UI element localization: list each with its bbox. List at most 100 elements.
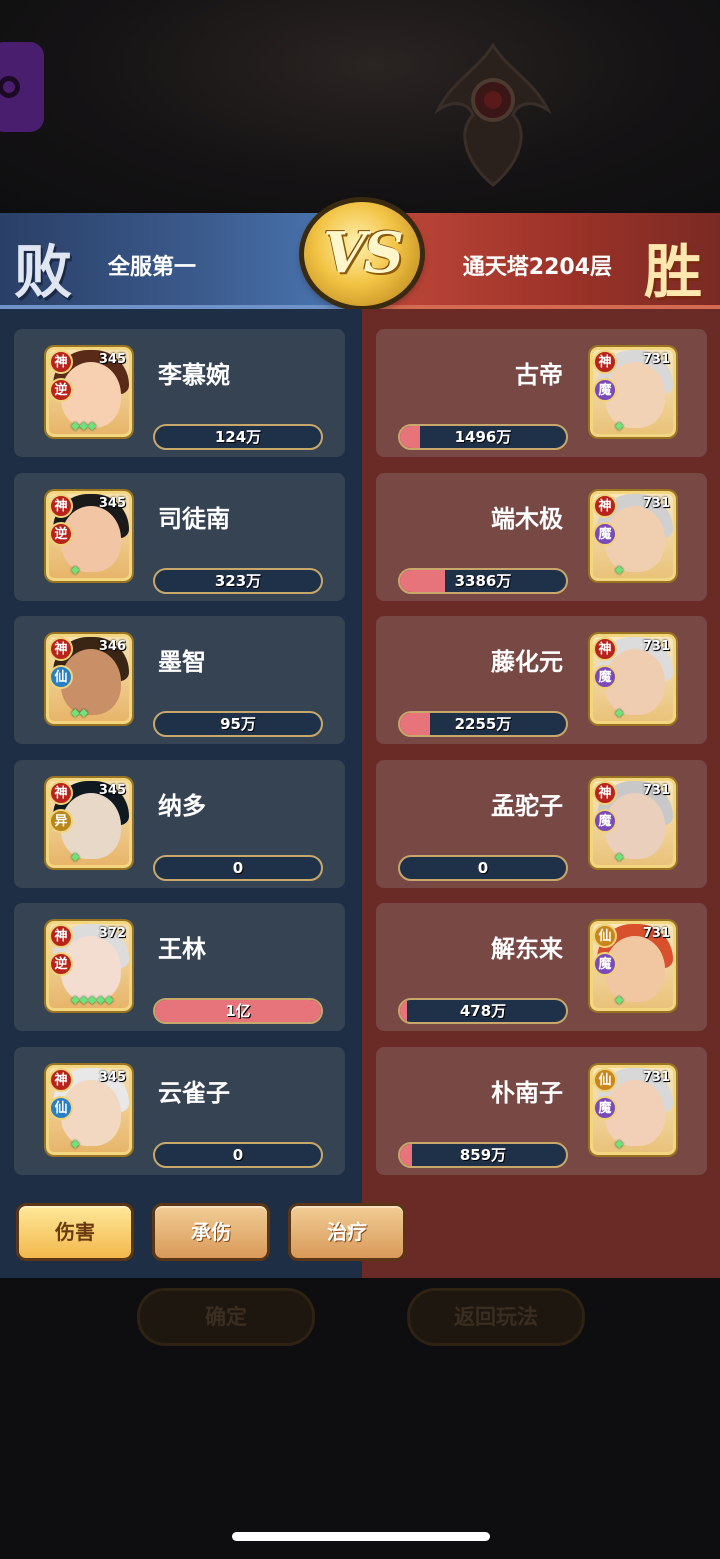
hero-card[interactable]: 372 神逆 ◆◆◆◆◆ 王林 1亿 (14, 903, 345, 1031)
tab-damage[interactable]: 伤害 (16, 1203, 134, 1261)
side-menu-button[interactable] (0, 42, 44, 132)
damage-value: 1亿 (225, 1002, 251, 1020)
damage-value: 0 (232, 1146, 244, 1164)
hero-faction-badge: 逆 (49, 378, 73, 402)
hero-name: 李慕婉 (158, 361, 230, 389)
damage-value: 0 (477, 859, 489, 877)
damage-bar: 3386万 (398, 568, 568, 594)
hero-star-pips: ◆ (615, 1137, 624, 1150)
hero-faction-badge: 魔 (593, 665, 617, 689)
left-team-name: 全服第一 (108, 255, 197, 280)
hero-rank-badge: 仙 (593, 924, 617, 948)
hero-rank-badge: 神 (49, 637, 73, 661)
hero-avatar[interactable]: 731 神魔 ◆ (590, 491, 676, 581)
hero-faction-badge: 魔 (593, 378, 617, 402)
hero-level: 372 (98, 926, 126, 941)
hero-card[interactable]: 346 神仙 ◆◆ 墨智 95万 (14, 616, 345, 744)
hero-star-pips: ◆ (615, 850, 624, 863)
hero-avatar[interactable]: 731 神魔 ◆ (590, 778, 676, 868)
hero-name: 端木极 (491, 505, 563, 533)
damage-value: 859万 (459, 1146, 507, 1164)
hero-faction-badge: 逆 (49, 522, 73, 546)
hero-faction-badge: 魔 (593, 1096, 617, 1120)
hero-rank-badge: 神 (49, 781, 73, 805)
hero-avatar[interactable]: 731 神魔 ◆ (590, 634, 676, 724)
defeat-label: 败 (14, 238, 73, 306)
damage-bar: 1亿 (153, 998, 323, 1024)
hero-card[interactable]: 731 神魔 ◆ 孟驼子 0 (376, 760, 707, 888)
hero-card[interactable]: 731 仙魔 ◆ 朴南子 859万 (376, 1047, 707, 1175)
damage-value: 124万 (214, 428, 262, 446)
hero-star-pips: ◆ (615, 706, 624, 719)
damage-value: 3386万 (454, 572, 512, 590)
hero-avatar[interactable]: 731 仙魔 ◆ (590, 1065, 676, 1155)
hero-star-pips: ◆ (615, 563, 624, 576)
hero-rank-badge: 仙 (593, 1068, 617, 1092)
hero-rank-badge: 神 (593, 350, 617, 374)
hero-card[interactable]: 731 神魔 ◆ 藤化元 2255万 (376, 616, 707, 744)
hero-faction-badge: 仙 (49, 665, 73, 689)
confirm-button[interactable]: 确定 (137, 1288, 315, 1346)
hero-rank-badge: 神 (593, 637, 617, 661)
side-menu-icon (0, 76, 20, 98)
hero-star-pips: ◆ (615, 993, 624, 1006)
hero-avatar[interactable]: 345 神逆 ◆◆◆ (46, 347, 132, 437)
hero-name: 孟驼子 (491, 792, 563, 820)
hero-star-pips: ◆ (71, 563, 80, 576)
hero-card[interactable]: 731 神魔 ◆ 端木极 3386万 (376, 473, 707, 601)
vs-text: VS (323, 220, 404, 286)
hero-level: 731 (642, 496, 670, 511)
hero-level: 731 (642, 1070, 670, 1085)
hero-level: 346 (98, 639, 126, 654)
hero-faction-badge: 魔 (593, 522, 617, 546)
hero-avatar[interactable]: 731 神魔 ◆ (590, 347, 676, 437)
damage-value: 95万 (220, 715, 256, 733)
hero-avatar[interactable]: 346 神仙 ◆◆ (46, 634, 132, 724)
hero-name: 纳多 (158, 792, 206, 820)
eye-emblem-icon (434, 42, 552, 187)
hero-card[interactable]: 731 仙魔 ◆ 解东来 478万 (376, 903, 707, 1031)
damage-bar: 95万 (153, 711, 323, 737)
hero-avatar[interactable]: 345 神仙 ◆ (46, 1065, 132, 1155)
hero-card[interactable]: 345 神仙 ◆ 云雀子 0 (14, 1047, 345, 1175)
hero-star-pips: ◆ (71, 1137, 80, 1150)
hero-card[interactable]: 731 神魔 ◆ 古帝 1496万 (376, 329, 707, 457)
damage-value: 2255万 (454, 715, 512, 733)
hero-card[interactable]: 345 神逆 ◆◆◆ 李慕婉 124万 (14, 329, 345, 457)
back-to-mode-button[interactable]: 返回玩法 (407, 1288, 585, 1346)
hero-rank-badge: 神 (593, 494, 617, 518)
hero-star-pips: ◆ (71, 850, 80, 863)
hero-name: 藤化元 (491, 648, 563, 676)
hero-faction-badge: 魔 (593, 809, 617, 833)
hero-rank-badge: 神 (49, 494, 73, 518)
hero-faction-badge: 逆 (49, 952, 73, 976)
damage-bar: 0 (398, 855, 568, 881)
hero-name: 古帝 (515, 361, 563, 389)
damage-bar: 1496万 (398, 424, 568, 450)
victory-label: 胜 (643, 238, 702, 306)
damage-bar: 859万 (398, 1142, 568, 1168)
hero-card[interactable]: 345 神异 ◆ 纳多 0 (14, 760, 345, 888)
hero-avatar[interactable]: 731 仙魔 ◆ (590, 921, 676, 1011)
hero-star-pips: ◆ (615, 419, 624, 432)
hero-level: 731 (642, 926, 670, 941)
damage-bar: 0 (153, 1142, 323, 1168)
hero-avatar[interactable]: 345 神逆 ◆ (46, 491, 132, 581)
arena-background (0, 0, 720, 215)
hero-name: 解东来 (491, 935, 563, 963)
hero-card[interactable]: 345 神逆 ◆ 司徒南 323万 (14, 473, 345, 601)
hero-star-pips: ◆◆◆◆◆ (71, 993, 114, 1006)
damage-value: 323万 (214, 572, 262, 590)
hero-avatar[interactable]: 372 神逆 ◆◆◆◆◆ (46, 921, 132, 1011)
hero-avatar[interactable]: 345 神异 ◆ (46, 778, 132, 868)
hero-name: 王林 (158, 935, 206, 963)
damage-value: 0 (232, 859, 244, 877)
home-indicator[interactable] (232, 1532, 490, 1541)
tab-damage-taken[interactable]: 承伤 (152, 1203, 270, 1261)
hero-level: 731 (642, 352, 670, 367)
damage-bar: 0 (153, 855, 323, 881)
hero-name: 朴南子 (491, 1079, 563, 1107)
hero-star-pips: ◆◆ (71, 706, 88, 719)
damage-bar: 124万 (153, 424, 323, 450)
tab-healing[interactable]: 治疗 (288, 1203, 406, 1261)
